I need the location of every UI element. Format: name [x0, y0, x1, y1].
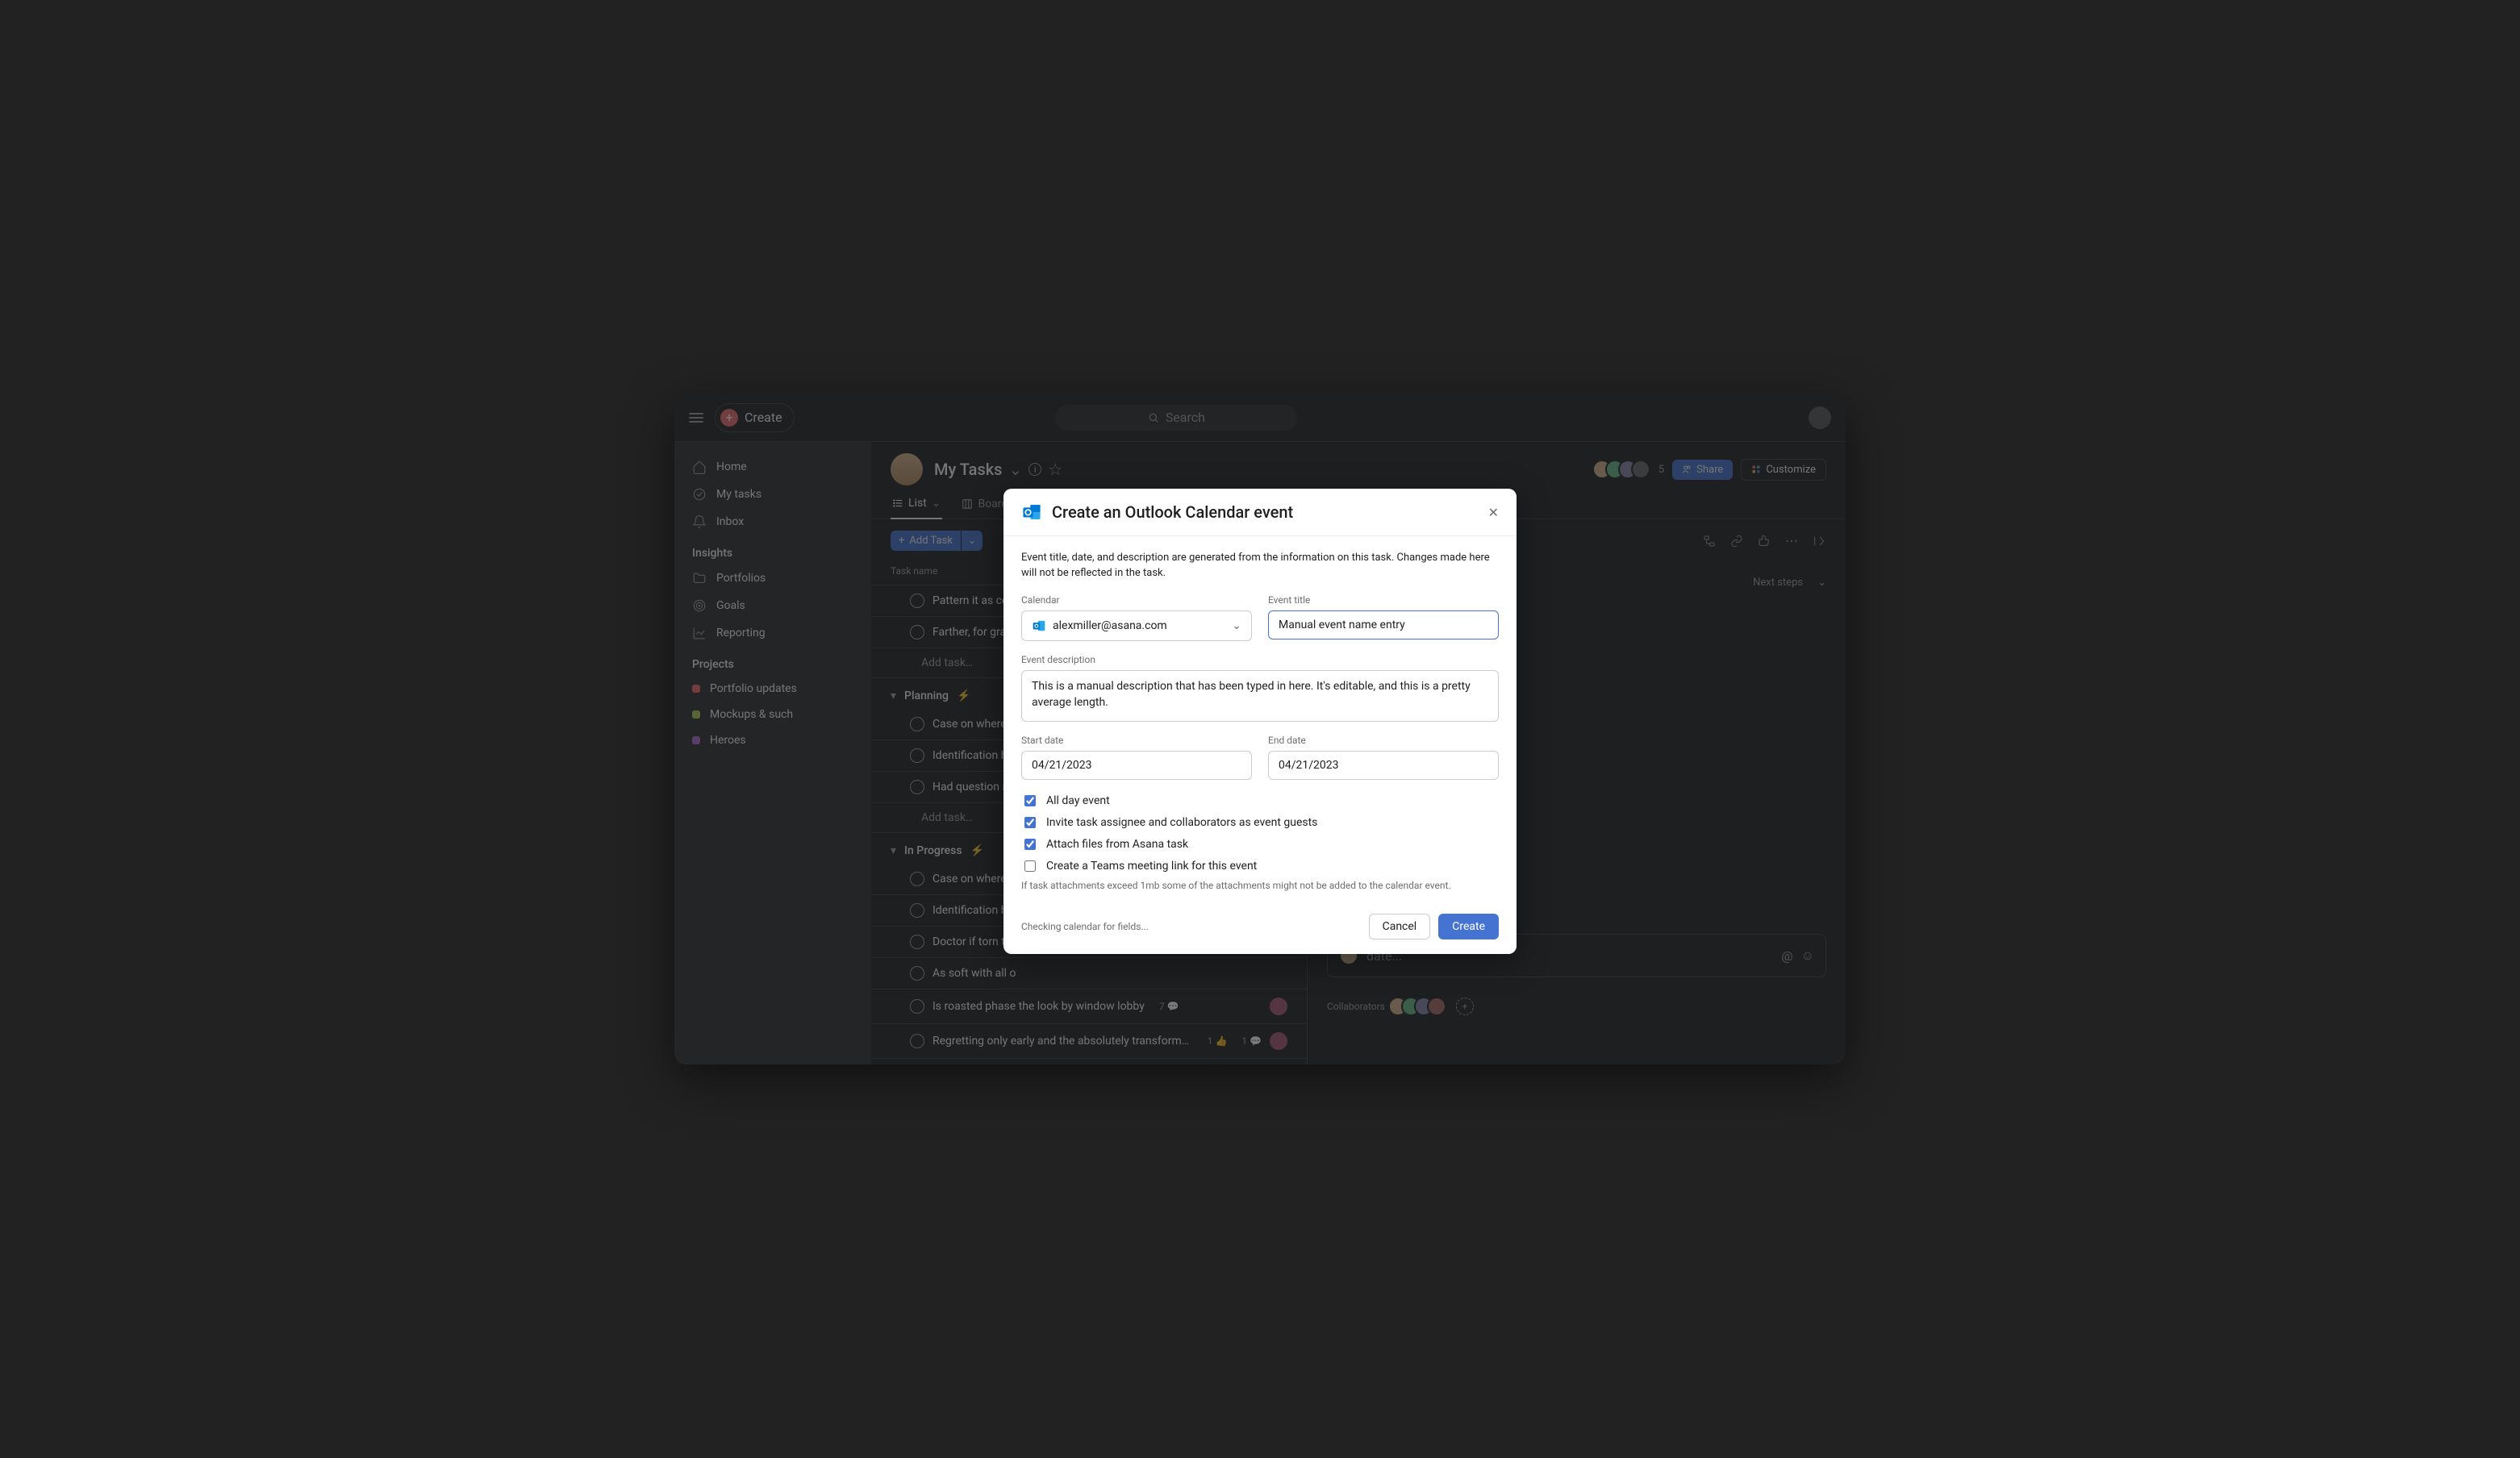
outlook-icon: [1032, 619, 1046, 633]
teams-link-checkbox[interactable]: Create a Teams meeting link for this eve…: [1021, 858, 1499, 874]
app-window: + Create Search Home My tasks Inbox Insi…: [674, 394, 1846, 1064]
close-icon[interactable]: ✕: [1488, 505, 1499, 520]
create-outlook-event-modal: Create an Outlook Calendar event ✕ Event…: [1003, 489, 1517, 954]
checkbox-label: Attach files from Asana task: [1046, 838, 1188, 851]
modal-footer: Checking calendar for fields... Cancel C…: [1003, 901, 1517, 954]
start-date-label: Start date: [1021, 735, 1252, 746]
modal-title: Create an Outlook Calendar event: [1052, 502, 1293, 522]
attachment-warning: If task attachments exceed 1mb some of t…: [1021, 880, 1499, 891]
event-title-label: Event title: [1268, 594, 1499, 606]
button-label: Create: [1452, 920, 1485, 933]
checkbox-label: All day event: [1046, 794, 1110, 807]
chevron-down-icon: ⌄: [1232, 619, 1241, 632]
modal-status: Checking calendar for fields...: [1021, 921, 1149, 932]
modal-body: Event title, date, and description are g…: [1003, 536, 1517, 901]
calendar-select[interactable]: alexmiller@asana.com ⌄: [1021, 610, 1252, 641]
description-input[interactable]: [1021, 670, 1499, 722]
attach-files-checkbox[interactable]: Attach files from Asana task: [1021, 836, 1499, 852]
end-date-input[interactable]: [1268, 751, 1499, 780]
outlook-icon: [1021, 502, 1042, 523]
description-label: Event description: [1021, 654, 1499, 665]
checkbox-input[interactable]: [1024, 817, 1036, 828]
all-day-checkbox[interactable]: All day event: [1021, 793, 1499, 809]
cancel-button[interactable]: Cancel: [1369, 914, 1431, 939]
calendar-value: alexmiller@asana.com: [1053, 619, 1167, 632]
checkbox-label: Create a Teams meeting link for this eve…: [1046, 860, 1257, 873]
invite-checkbox[interactable]: Invite task assignee and collaborators a…: [1021, 814, 1499, 831]
end-date-label: End date: [1268, 735, 1499, 746]
modal-header: Create an Outlook Calendar event ✕: [1003, 489, 1517, 536]
event-title-input[interactable]: [1268, 610, 1499, 639]
checkbox-input[interactable]: [1024, 860, 1036, 872]
start-date-input[interactable]: [1021, 751, 1252, 780]
create-button[interactable]: Create: [1438, 914, 1499, 939]
checkbox-input[interactable]: [1024, 795, 1036, 806]
button-label: Cancel: [1383, 920, 1417, 933]
modal-overlay: Create an Outlook Calendar event ✕ Event…: [674, 394, 1846, 1064]
calendar-label: Calendar: [1021, 594, 1252, 606]
checkbox-label: Invite task assignee and collaborators a…: [1046, 816, 1317, 829]
checkbox-input[interactable]: [1024, 839, 1036, 850]
modal-note: Event title, date, and description are g…: [1021, 551, 1499, 581]
